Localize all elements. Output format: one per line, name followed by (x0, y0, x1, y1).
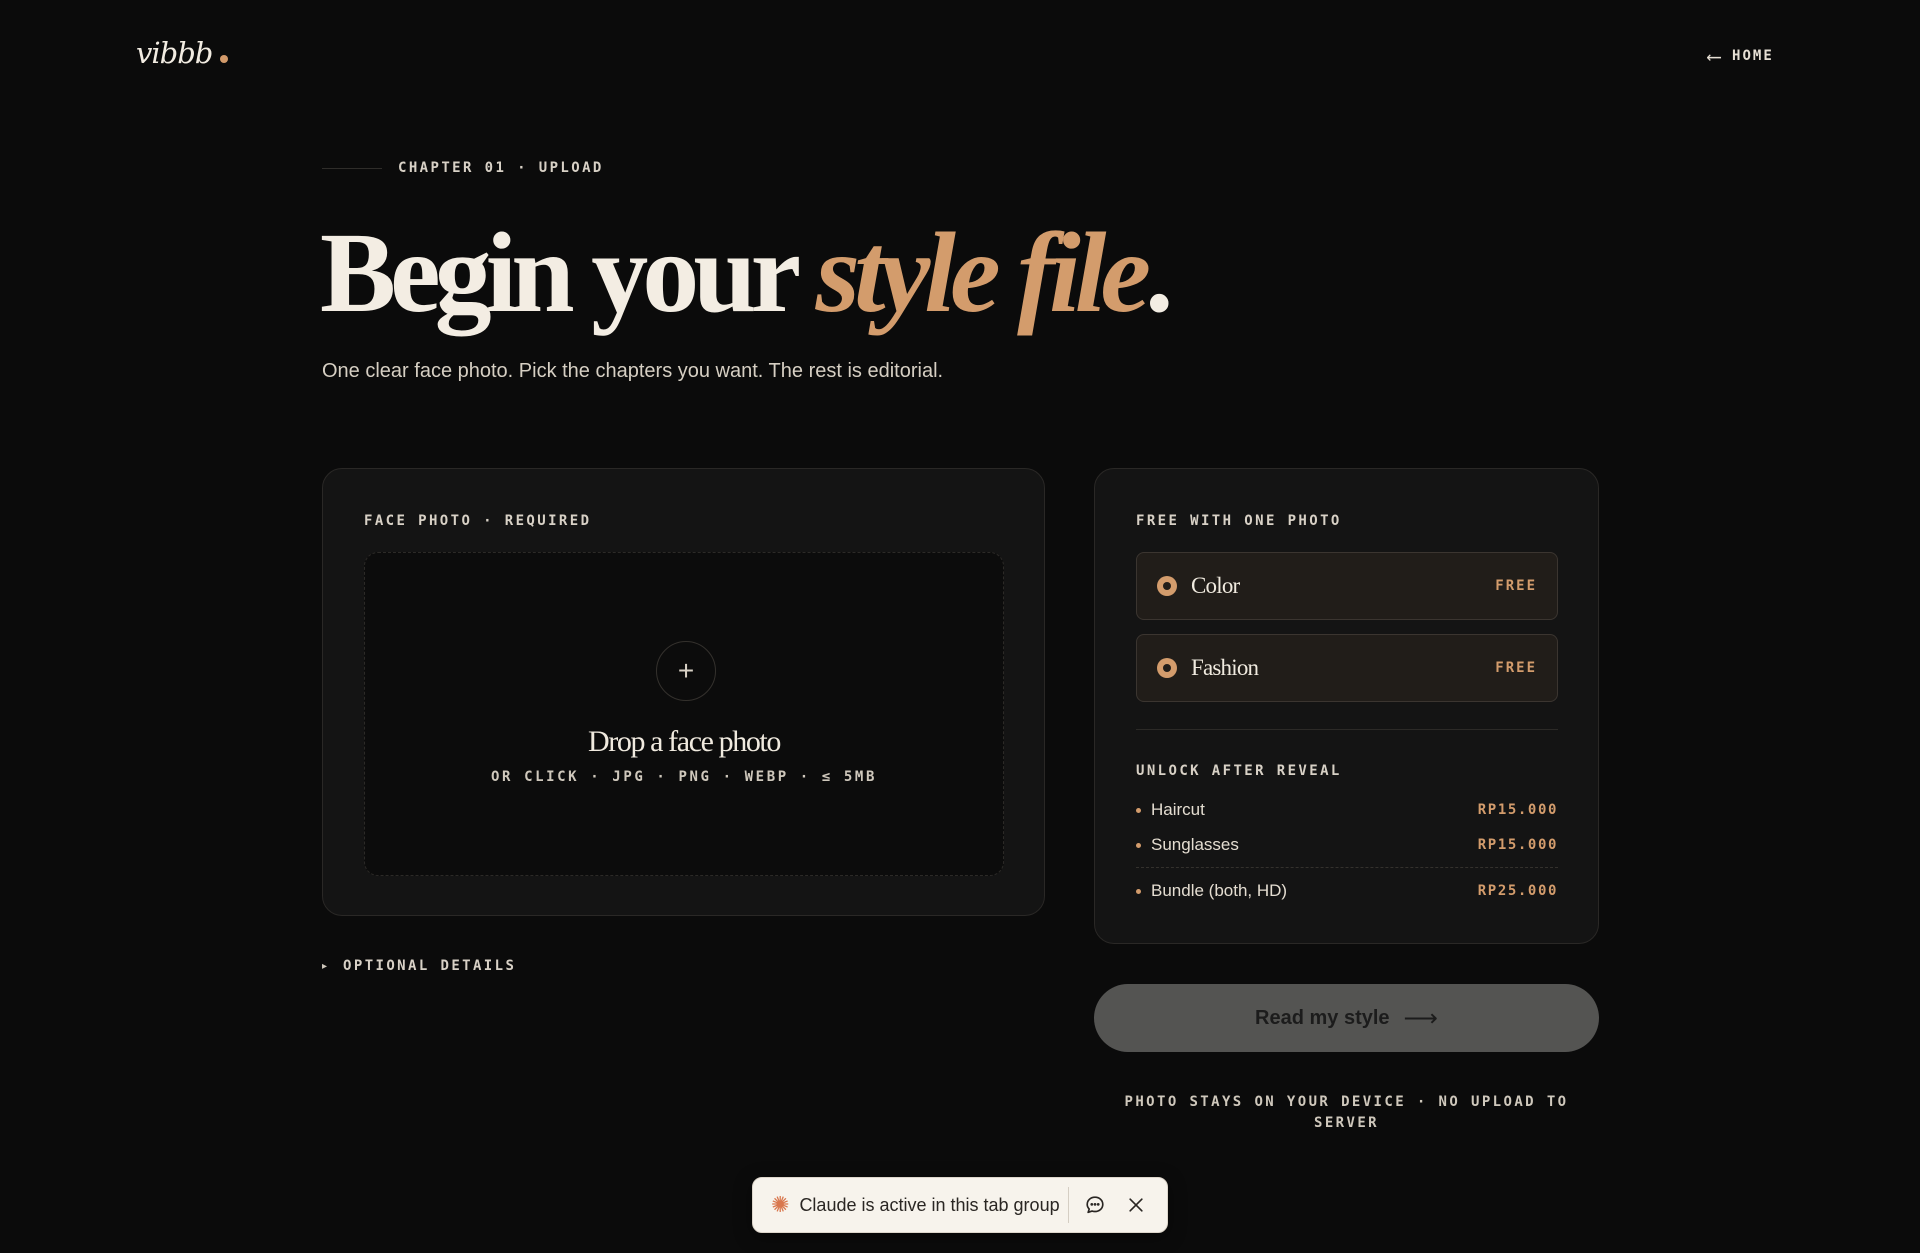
optional-details-toggle[interactable]: ▸ OPTIONAL DETAILS (322, 958, 516, 974)
bullet-icon (1136, 888, 1141, 894)
title-accent: style file (815, 209, 1151, 336)
unlock-item-haircut: Haircut RP15.000 (1136, 800, 1558, 820)
close-icon[interactable] (1124, 1191, 1149, 1219)
logo[interactable]: vibbb (136, 36, 229, 70)
extension-text: Claude is active in this tab group (799, 1194, 1060, 1215)
item-price: RP15.000 (1477, 802, 1558, 818)
drop-title: Drop a face photo (588, 725, 781, 758)
radio-selected-icon (1157, 658, 1177, 678)
cta-label: Read my style (1255, 1006, 1390, 1029)
caret-right-icon: ▸ (322, 960, 328, 972)
divider (1136, 729, 1558, 730)
upload-card: FACE PHOTO · REQUIRED + Drop a face phot… (322, 468, 1045, 916)
option-name: Color (1191, 573, 1240, 598)
drop-hint: OR CLICK · JPG · PNG · WEBP · ≤ 5MB (490, 769, 877, 785)
plus-icon: + (656, 641, 716, 701)
arrow-right-icon: ⟶ (1403, 1004, 1438, 1032)
read-my-style-button[interactable]: Read my style ⟶ (1094, 984, 1599, 1052)
privacy-note: PHOTO STAYS ON YOUR DEVICE · NO UPLOAD T… (1124, 1094, 1569, 1131)
chapter-label: CHAPTER 01 · UPLOAD (398, 160, 604, 176)
pricing-card: FREE WITH ONE PHOTO Color FREE Fashion F… (1094, 468, 1599, 944)
photo-dropzone[interactable]: + Drop a face photo OR CLICK · JPG · PNG… (364, 552, 1004, 876)
logo-text: vibbb (136, 36, 213, 70)
radio-selected-icon (1157, 576, 1177, 596)
unlock-item-sunglasses: Sunglasses RP15.000 (1136, 835, 1558, 855)
bullet-icon (1136, 807, 1141, 813)
item-price: RP15.000 (1477, 837, 1558, 853)
chapter-eyebrow: CHAPTER 01 · UPLOAD (322, 160, 604, 176)
page-subtitle: One clear face photo. Pick the chapters … (322, 360, 944, 382)
logo-dot (220, 55, 229, 63)
unlock-item-bundle: Bundle (both, HD) RP25.000 (1136, 881, 1558, 901)
chapter-rule (322, 167, 382, 169)
title-main: Begin your (320, 209, 816, 336)
item-name: Bundle (both, HD) (1151, 881, 1288, 900)
option-name: Fashion (1191, 655, 1259, 680)
option-tag: FREE (1495, 660, 1537, 676)
claude-spark-icon: ✺ (771, 1192, 790, 1217)
arrow-left-icon: ⟵ (1708, 44, 1723, 68)
upload-label: FACE PHOTO · REQUIRED (364, 513, 592, 529)
chat-icon[interactable] (1083, 1191, 1108, 1219)
dashed-divider (1136, 867, 1558, 868)
title-end: . (1144, 209, 1173, 336)
bullet-icon (1136, 842, 1141, 848)
unlock-label: UNLOCK AFTER REVEAL (1136, 763, 1342, 779)
optional-details-label: OPTIONAL DETAILS (343, 958, 517, 974)
home-link[interactable]: ⟵ HOME (1708, 44, 1774, 68)
item-name: Haircut (1151, 800, 1205, 819)
page-title: Begin your style file. (320, 209, 1173, 336)
option-color[interactable]: Color FREE (1136, 552, 1558, 620)
claude-extension-bar: ✺ Claude is active in this tab group (752, 1177, 1168, 1233)
home-label: HOME (1732, 48, 1774, 64)
option-fashion[interactable]: Fashion FREE (1136, 634, 1558, 702)
free-label: FREE WITH ONE PHOTO (1136, 513, 1342, 529)
item-name: Sunglasses (1151, 835, 1239, 854)
page: vibbb ⟵ HOME CHAPTER 01 · UPLOAD Begin y… (0, 0, 1920, 1253)
option-tag: FREE (1495, 578, 1537, 594)
item-price: RP25.000 (1477, 883, 1558, 899)
separator (1067, 1187, 1069, 1223)
